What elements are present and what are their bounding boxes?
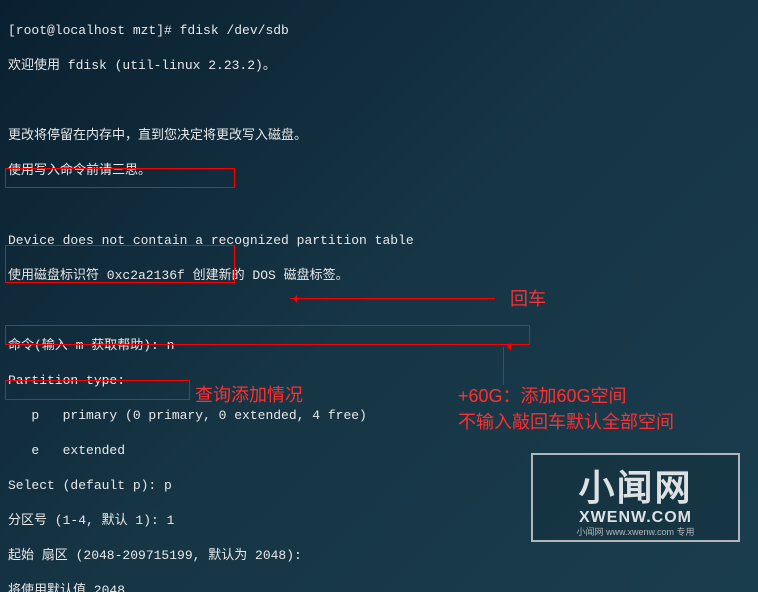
watermark-cn: 小闻网	[533, 459, 738, 511]
blank	[8, 302, 750, 320]
annotation-enter: 回车	[510, 285, 546, 311]
blank	[8, 197, 750, 215]
redbox-last-sector	[5, 325, 530, 345]
prompt-line: [root@localhost mzt]# fdisk /dev/sdb	[8, 22, 750, 40]
watermark-sub: 小闻网 www.xwenw.com 专用	[533, 525, 738, 538]
watermark: 小闻网 XWENW.COM 小闻网 www.xwenw.com 专用	[531, 453, 740, 542]
annotation-query: 查询添加情况	[195, 381, 303, 407]
use-default-line: 将使用默认值 2048	[8, 582, 750, 592]
annotation-size-1: +60G：添加60G空间	[458, 382, 627, 408]
redbox-cmd-p	[5, 380, 190, 400]
start-sector-line: 起始 扇区 (2048-209715199, 默认为 2048):	[8, 547, 750, 565]
blank	[8, 92, 750, 110]
redbox-select-p	[5, 245, 235, 283]
welcome-line: 欢迎使用 fdisk (util-linux 2.23.2)。	[8, 57, 750, 75]
notice-line-1: 更改将停留在内存中，直到您决定将更改写入磁盘。	[8, 127, 750, 145]
annotation-size-2: 不输入敲回车默认全部空间	[458, 408, 674, 434]
redbox-cmd-n	[5, 168, 235, 188]
arrow-size	[503, 347, 505, 385]
arrow-enter	[290, 298, 495, 299]
